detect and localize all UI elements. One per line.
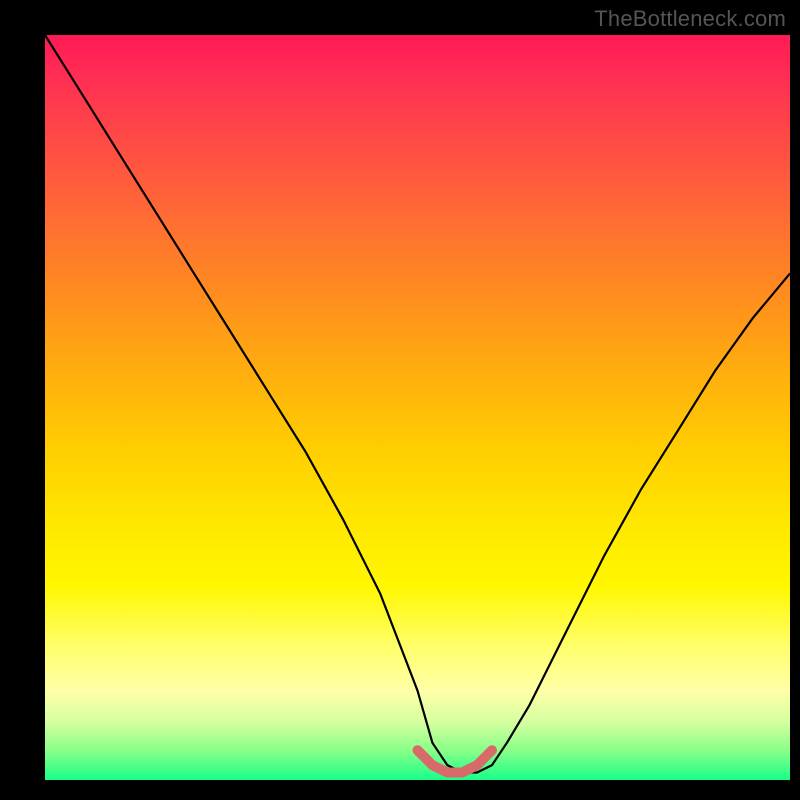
plot-area: [45, 35, 790, 780]
watermark-text: TheBottleneck.com: [594, 6, 786, 32]
optimal-zone-marker: [45, 35, 790, 780]
chart-frame: TheBottleneck.com: [0, 0, 800, 800]
